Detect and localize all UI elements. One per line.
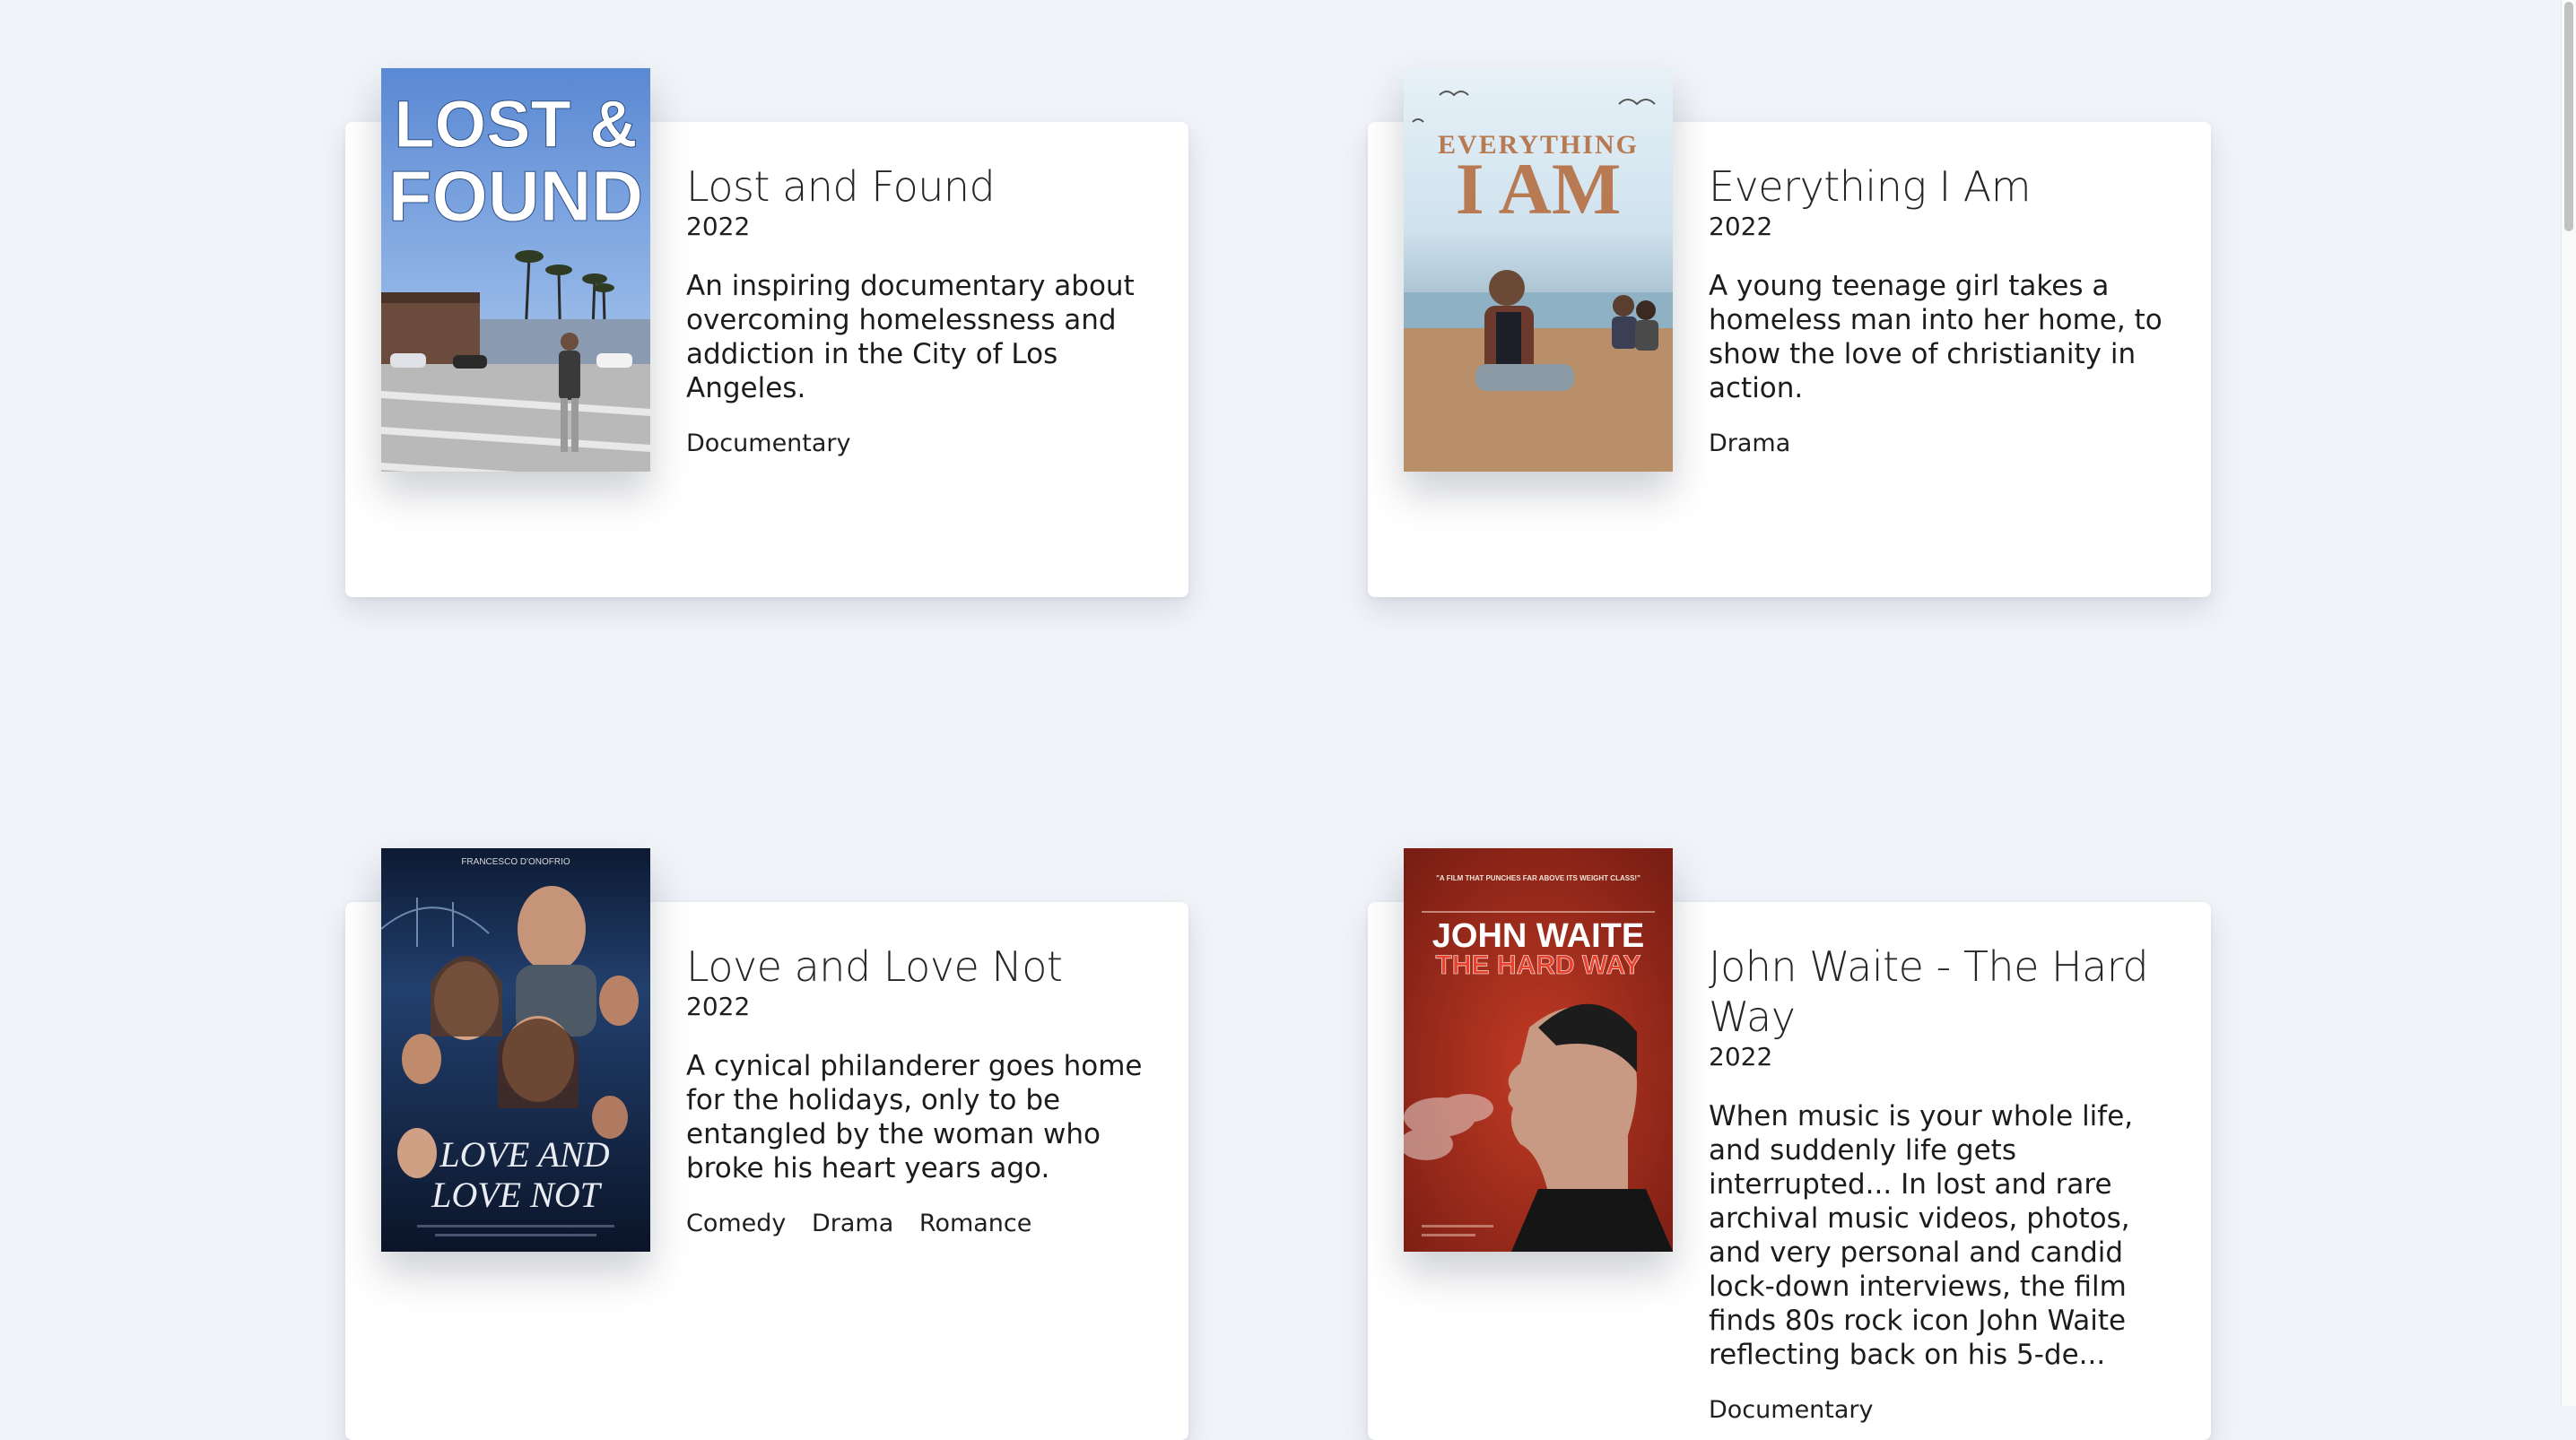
poster-title-line2: LOVE NOT (431, 1175, 603, 1215)
poster-title-line1: LOVE AND (439, 1134, 609, 1175)
vertical-scrollbar[interactable] (2561, 0, 2576, 1406)
poster-title-line1: LOST & (394, 87, 637, 161)
movie-card-lost-and-found[interactable]: LOST & FOUND Lost and Found 2022 An insp… (345, 68, 1188, 597)
movie-info: John Waite - The Hard Way 2022 When musi… (1709, 941, 2184, 1426)
movie-grid: LOST & FOUND Lost and Found 2022 An insp… (0, 0, 2562, 1440)
poster-top-credit: FRANCESCO D'ONOFRIO (461, 857, 570, 867)
poster-image-lost-and-found: LOST & FOUND (381, 68, 650, 472)
genre-list: Comedy Drama Romance (686, 1209, 1162, 1239)
genre-tag[interactable]: Drama (812, 1210, 893, 1237)
movie-card-everything-i-am[interactable]: EVERYTHING I AM Everything I Am 2022 A y… (1368, 68, 2211, 597)
movie-year: 2022 (1709, 1042, 1773, 1071)
poster-title-line2: FOUND (388, 156, 643, 236)
movie-year: 2022 (686, 212, 751, 241)
poster-image-everything-i-am: EVERYTHING I AM (1404, 68, 1673, 472)
movie-card-love-and-love-not[interactable]: FRANCESCO D'ONOFRIO LOVE AND LOVE NOT Lo… (345, 848, 1188, 1440)
genre-list: Drama (1709, 429, 2184, 459)
movie-description: An inspiring documentary about overcomin… (686, 270, 1135, 404)
poster-image-john-waite: "A FILM THAT PUNCHES FAR ABOVE ITS WEIGH… (1404, 848, 1673, 1252)
movie-description: A cynical philanderer goes home for the … (686, 1050, 1143, 1184)
movie-poster[interactable]: FRANCESCO D'ONOFRIO LOVE AND LOVE NOT (381, 848, 650, 1252)
movie-title[interactable]: John Waite - The Hard Way (1709, 941, 2184, 1042)
poster-title-line2: I AM (1456, 148, 1622, 230)
movie-title[interactable]: Love and Love Not (686, 941, 1162, 992)
movie-title[interactable]: Lost and Found (686, 161, 1162, 212)
movie-year: 2022 (1709, 212, 1773, 241)
movie-poster[interactable]: "A FILM THAT PUNCHES FAR ABOVE ITS WEIGH… (1404, 848, 1673, 1252)
movie-year: 2022 (686, 992, 751, 1021)
genre-tag[interactable]: Comedy (686, 1210, 786, 1237)
poster-title-line2: THE HARD WAY (1436, 950, 1641, 980)
poster-title-line1: JOHN WAITE (1432, 917, 1644, 955)
genre-tag[interactable]: Documentary (686, 429, 851, 457)
movie-description: A young teenage girl takes a homeless ma… (1709, 270, 2163, 404)
movie-info: Love and Love Not 2022 A cynical philand… (686, 941, 1162, 1239)
movie-poster[interactable]: LOST & FOUND (381, 68, 650, 472)
genre-tag[interactable]: Romance (919, 1210, 1031, 1237)
movie-title[interactable]: Everything I Am (1709, 161, 2184, 212)
poster-tagline: "A FILM THAT PUNCHES FAR ABOVE ITS WEIGH… (1436, 874, 1640, 882)
movie-poster[interactable]: EVERYTHING I AM (1404, 68, 1673, 472)
genre-tag[interactable]: Documentary (1709, 1396, 1874, 1424)
movie-description: When music is your whole life, and sudde… (1709, 1100, 2134, 1371)
movie-info: Lost and Found 2022 An inspiring documen… (686, 161, 1162, 459)
movie-info: Everything I Am 2022 A young teenage gir… (1709, 161, 2184, 459)
scrollbar-thumb[interactable] (2564, 2, 2573, 231)
genre-tag[interactable]: Drama (1709, 429, 1790, 457)
movie-card-john-waite-the-hard-way[interactable]: "A FILM THAT PUNCHES FAR ABOVE ITS WEIGH… (1368, 848, 2211, 1440)
genre-list: Documentary (686, 429, 1162, 459)
poster-image-love-and-love-not: FRANCESCO D'ONOFRIO LOVE AND LOVE NOT (381, 848, 650, 1252)
genre-list: Documentary (1709, 1395, 2184, 1426)
